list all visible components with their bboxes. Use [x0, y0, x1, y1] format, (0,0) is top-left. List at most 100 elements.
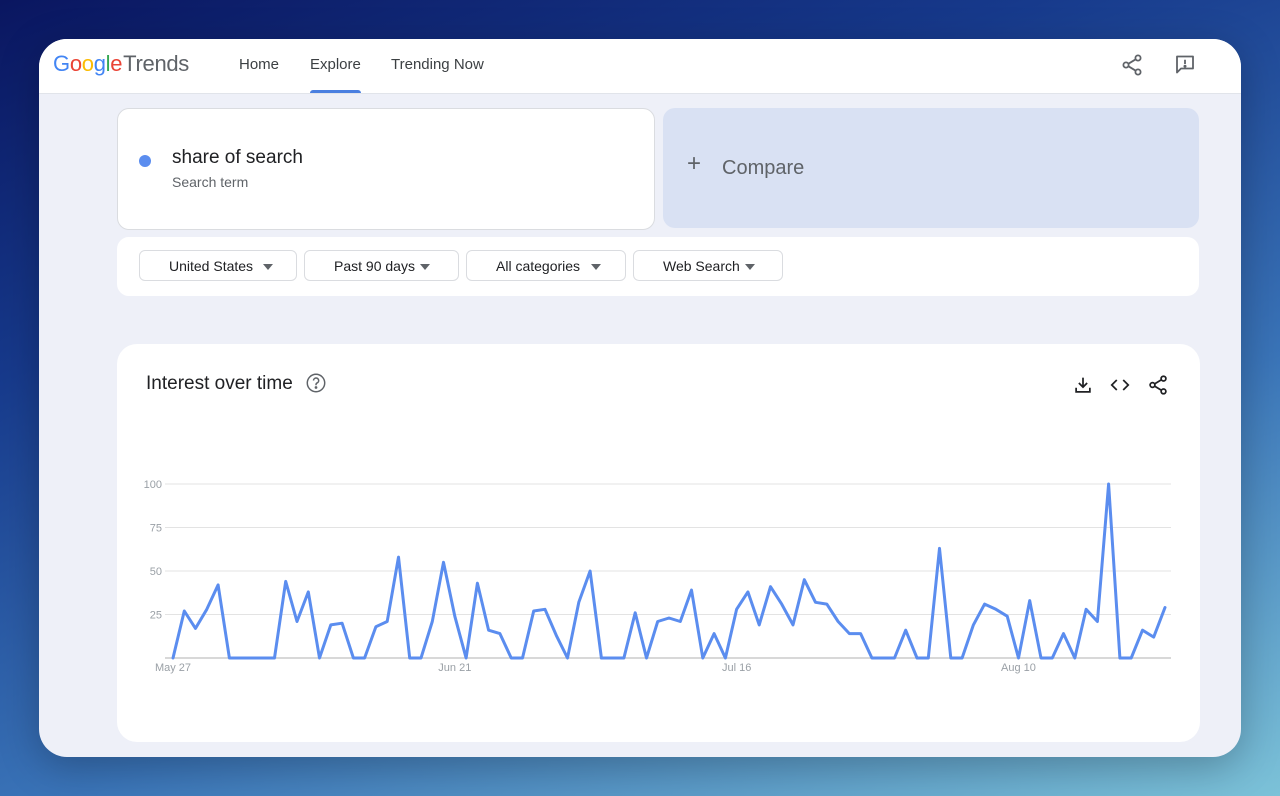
search-term-card[interactable]: share of search Search term: [117, 108, 655, 230]
data-point: [792, 624, 794, 626]
data-point: [488, 629, 490, 631]
chart-title: Interest over time: [146, 373, 293, 394]
y-tick-label: 25: [150, 610, 162, 622]
time-range-label: Past 90 days: [334, 258, 415, 274]
nav-home[interactable]: Home: [239, 39, 279, 93]
data-point: [206, 608, 208, 610]
term-color-dot: [139, 155, 151, 167]
data-point: [195, 627, 197, 629]
y-tick-label: 50: [150, 566, 162, 578]
filter-bar: United States Past 90 days All categorie…: [117, 237, 1199, 296]
data-point: [702, 657, 704, 659]
data-point: [826, 603, 828, 605]
data-point: [1040, 657, 1042, 659]
data-point: [1153, 636, 1155, 638]
data-point: [510, 657, 512, 659]
data-point: [781, 603, 783, 605]
data-point: [1096, 620, 1098, 622]
download-icon[interactable]: [1072, 374, 1094, 396]
data-point: [555, 634, 557, 636]
data-point: [668, 617, 670, 619]
data-point: [679, 620, 681, 622]
data-point: [386, 620, 388, 622]
nav-explore[interactable]: Explore: [310, 39, 361, 93]
data-point: [375, 626, 377, 628]
data-point: [431, 620, 433, 622]
data-point: [183, 610, 185, 612]
share-icon[interactable]: [1147, 374, 1169, 396]
data-point: [769, 586, 771, 588]
data-point: [521, 657, 523, 659]
data-point: [589, 570, 591, 572]
data-point: [1029, 600, 1031, 602]
data-point: [815, 601, 817, 603]
x-tick-label: Jul 16: [722, 662, 751, 674]
data-point: [1051, 657, 1053, 659]
data-point: [950, 657, 952, 659]
data-point: [984, 603, 986, 605]
data-point: [1085, 608, 1087, 610]
logo-letter: e: [110, 51, 123, 76]
x-tick-label: Aug 10: [1001, 662, 1036, 674]
region-label: United States: [169, 258, 254, 274]
data-point: [758, 624, 760, 626]
data-point: [228, 657, 230, 659]
data-point: [240, 657, 242, 659]
data-point: [251, 657, 253, 659]
data-point: [476, 582, 478, 584]
data-point: [995, 608, 997, 610]
data-point: [871, 657, 873, 659]
data-point: [905, 629, 907, 631]
data-point: [262, 657, 264, 659]
chevron-down-icon: [420, 264, 430, 270]
data-point: [747, 591, 749, 593]
compare-button[interactable]: + Compare: [663, 108, 1199, 228]
data-point: [691, 589, 693, 591]
data-point: [533, 610, 535, 612]
nav-trending-now[interactable]: Trending Now: [391, 39, 484, 93]
data-point: [273, 657, 275, 659]
logo-letter: o: [81, 51, 94, 76]
data-point: [893, 657, 895, 659]
data-point: [1119, 657, 1121, 659]
time-range-dropdown[interactable]: Past 90 days: [304, 250, 459, 281]
data-point: [420, 657, 422, 659]
logo-letter: g: [93, 51, 106, 76]
embed-icon[interactable]: [1109, 374, 1131, 396]
data-point: [1063, 633, 1065, 635]
data-point: [443, 561, 445, 563]
data-point: [285, 580, 287, 582]
data-point: [612, 657, 614, 659]
google-trends-logo[interactable]: GoogleTrends: [53, 51, 189, 77]
x-tick-label: May 27: [155, 662, 191, 674]
data-point: [499, 633, 501, 635]
feedback-icon[interactable]: [1173, 53, 1197, 77]
data-point: [217, 584, 219, 586]
data-point: [837, 620, 839, 622]
search-term-text[interactable]: share of search: [172, 147, 303, 169]
data-point: [1017, 657, 1019, 659]
compare-label: Compare: [722, 157, 805, 179]
top-bar: GoogleTrends Home Explore Trending Now: [39, 39, 1241, 94]
data-point: [1141, 629, 1143, 631]
data-point: [397, 556, 399, 558]
search-type-dropdown[interactable]: Web Search: [633, 250, 783, 281]
data-point: [972, 624, 974, 626]
region-dropdown[interactable]: United States: [139, 250, 297, 281]
data-point: [623, 657, 625, 659]
y-tick-label: 75: [150, 523, 162, 535]
data-point: [634, 612, 636, 614]
data-point: [364, 657, 366, 659]
data-point: [352, 657, 354, 659]
share-icon[interactable]: [1120, 53, 1144, 77]
help-icon[interactable]: [305, 372, 327, 394]
data-point: [1108, 483, 1110, 485]
data-point: [724, 657, 726, 659]
category-dropdown[interactable]: All categories: [466, 250, 626, 281]
data-point: [578, 601, 580, 603]
data-point: [296, 620, 298, 622]
data-point: [330, 624, 332, 626]
chevron-down-icon: [263, 264, 273, 270]
chevron-down-icon: [745, 264, 755, 270]
plus-icon: +: [687, 150, 702, 177]
